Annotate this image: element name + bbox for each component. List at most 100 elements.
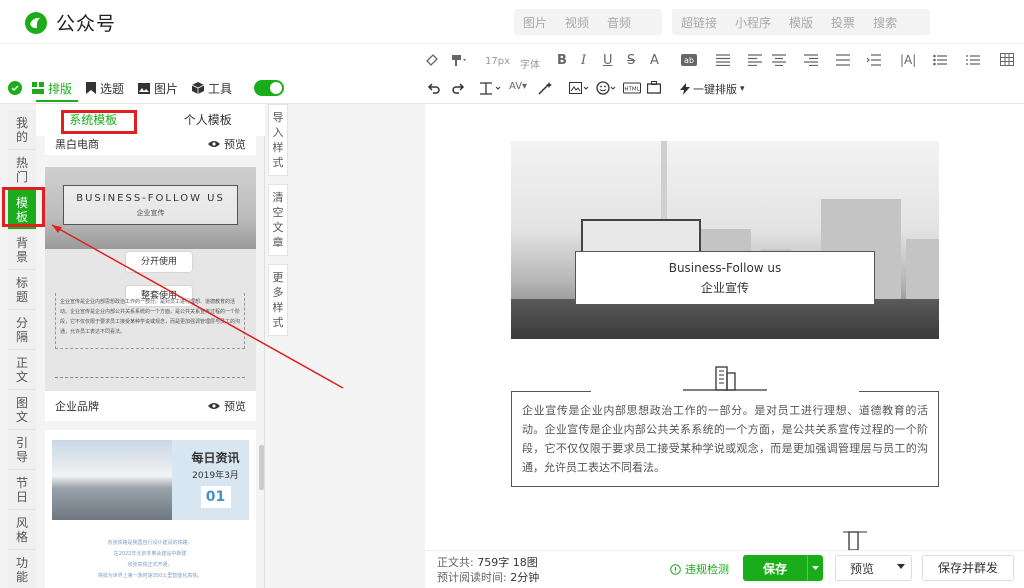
category-body[interactable]: 正文 — [8, 350, 36, 390]
nav-hyperlink[interactable]: 超链接 — [672, 14, 726, 31]
template-thumbnail-daily-news[interactable]: 每日资讯 2019年3月 01 京张铁路是我国自行设计建设的铁路， 在2022年… — [45, 430, 256, 588]
bold-icon[interactable]: B — [557, 53, 567, 68]
line-height-icon[interactable] — [836, 54, 850, 66]
paragraph-spacing-icon[interactable] — [480, 81, 502, 95]
category-holiday[interactable]: 节日 — [8, 470, 36, 510]
eye-icon — [208, 403, 220, 409]
category-divider[interactable]: 分隔 — [8, 310, 36, 350]
format-painter-icon[interactable] — [450, 53, 468, 67]
category-guide[interactable]: 引导 — [8, 430, 36, 470]
read-time-value: 2分钟 — [510, 571, 540, 584]
align-left-icon[interactable] — [748, 54, 762, 66]
violation-check-button[interactable]: 违规检测 — [670, 561, 729, 577]
category-image-text[interactable]: 图文 — [8, 390, 36, 430]
emoji-icon[interactable] — [596, 81, 616, 95]
word-count-label: 正文共: — [437, 556, 474, 569]
clear-article-button[interactable]: 清空文章 — [268, 184, 288, 256]
save-label: 保存 — [762, 561, 787, 576]
more-styles-button[interactable]: 更多样式 — [268, 264, 288, 336]
category-tabs: 我的 热门 模板 背景 标题 分隔 正文 图文 引导 节日 风格 功能 — [8, 110, 36, 588]
font-color-icon[interactable]: A — [650, 53, 659, 68]
align-right-icon[interactable] — [804, 54, 818, 66]
save-button[interactable]: 保存 — [743, 555, 823, 581]
ordered-list-icon[interactable] — [966, 54, 980, 66]
word-count-value: 759字 18图 — [477, 556, 538, 569]
nav-miniprogram[interactable]: 小程序 — [726, 14, 780, 31]
desk — [511, 299, 939, 339]
category-title[interactable]: 标题 — [8, 270, 36, 310]
category-hot[interactable]: 热门 — [8, 150, 36, 190]
highlight-box-template-category — [2, 187, 45, 227]
card-footer: 企业品牌 预览 — [45, 391, 256, 421]
redo-icon[interactable] — [451, 81, 465, 95]
tab-personal-templates[interactable]: 个人模板 — [151, 104, 266, 136]
align-center-icon[interactable] — [772, 54, 786, 66]
app-logo[interactable]: 公众号 — [24, 9, 116, 36]
news-body-text: 京张铁路是我国自行设计建设的铁路， 在2022年北京冬奥会建设中新建 京张高铁正… — [65, 538, 235, 582]
template-card-blackwhite[interactable]: 黑白电商 预览 — [45, 133, 256, 155]
template-panel: 系统模板 个人模板 黑白电商 预览 BUSINESS-FOLLOW US 企业宣… — [36, 104, 265, 588]
preview-button[interactable]: 预览 — [208, 398, 246, 414]
toolbar-row-1: 17px 字体 B I U S A ab |A| — [0, 47, 1024, 77]
news-line: 京张高铁正式开通， — [127, 562, 173, 568]
nav-search[interactable]: 搜索 — [864, 14, 906, 31]
save-and-mass-send-button[interactable]: 保存并群发 — [922, 555, 1014, 581]
nav-video[interactable]: 视频 — [556, 14, 598, 31]
logo-icon — [25, 11, 47, 34]
template-card-enterprise[interactable]: 企业品牌 预览 — [45, 391, 256, 421]
underline-icon[interactable]: U — [603, 53, 613, 68]
use-separately-button[interactable]: 分开使用 — [126, 252, 192, 272]
category-background[interactable]: 背景 — [8, 230, 36, 270]
table-icon[interactable] — [1000, 53, 1014, 66]
card-footer: 黑白电商 预览 — [45, 133, 256, 155]
building — [906, 239, 939, 299]
save-dropdown-icon[interactable] — [807, 555, 823, 581]
active-tab-underline — [36, 100, 78, 102]
template-name: 企业品牌 — [55, 400, 99, 413]
preview-button[interactable]: 预览 — [208, 136, 246, 152]
news-badge-date: 2019年3月 — [192, 471, 239, 481]
magic-icon[interactable] — [538, 81, 558, 95]
hero-title-box: Business-Follow us 企业宣传 — [575, 251, 875, 305]
app-name: 公众号 — [56, 13, 117, 35]
news-line: 京张铁路是我国自行设计建设的铁路， — [107, 540, 193, 546]
char-spacing-icon[interactable]: AV▾ — [509, 81, 527, 92]
editor-canvas[interactable]: Business-Follow us 企业宣传 企业宣传是企业内部思想政治工作的… — [425, 104, 1024, 550]
nav-template[interactable]: 模版 — [780, 14, 822, 31]
italic-icon[interactable]: I — [581, 53, 586, 68]
image-insert-icon[interactable] — [569, 81, 589, 95]
preview-dropdown-button[interactable]: 预览 — [835, 555, 912, 581]
category-mine[interactable]: 我的 — [8, 110, 36, 150]
thumbnail-divider — [55, 377, 245, 378]
clear-format-icon[interactable] — [425, 53, 439, 67]
one-click-layout-button[interactable]: 一键排版 ▾ — [680, 81, 745, 97]
strikethrough-icon[interactable]: S — [627, 53, 635, 68]
html-icon[interactable]: HTML — [623, 81, 641, 95]
news-line: 将成为世界上第一条时速350公里智能化高铁。 — [97, 573, 203, 579]
body-paragraph[interactable]: 企业宣传是企业内部思想政治工作的一部分。是对员工进行理想、道德教育的活动。企业宣… — [511, 391, 939, 487]
letter-spacing-icon[interactable]: |A| — [900, 53, 916, 67]
import-style-button[interactable]: 导入样式 — [268, 104, 288, 176]
news-badge-title: 每日资讯 — [191, 451, 240, 465]
category-function[interactable]: 功能 — [8, 550, 36, 588]
nav-audio[interactable]: 音频 — [598, 14, 640, 31]
preview-label: 预览 — [224, 400, 246, 413]
panel-scrollbar[interactable] — [259, 445, 264, 490]
hero-image: Business-Follow us 企业宣传 — [511, 141, 939, 339]
nav-image[interactable]: 图片 — [514, 14, 556, 31]
briefcase-icon[interactable] — [647, 81, 661, 94]
thumbnail-title-en: BUSINESS-FOLLOW US — [76, 193, 225, 204]
template-thumbnail-enterprise[interactable]: BUSINESS-FOLLOW US 企业宣传 分开使用 整套使用 企业宣传是企… — [45, 167, 256, 391]
toolbar-row-2: AV▾ HTML 一键排版 ▾ — [0, 76, 1024, 106]
list-icon[interactable] — [933, 54, 947, 66]
font-size-select[interactable]: 17px — [485, 56, 510, 67]
news-line: 在2022年北京冬奥会建设中新建 — [113, 551, 187, 557]
building-icon — [843, 531, 867, 550]
background-color-icon[interactable]: ab — [681, 54, 697, 66]
indent-icon[interactable] — [867, 54, 881, 66]
align-justify-icon[interactable] — [716, 54, 730, 66]
undo-icon[interactable] — [427, 81, 441, 95]
category-style[interactable]: 风格 — [8, 510, 36, 550]
nav-vote[interactable]: 投票 — [822, 14, 864, 31]
font-family-select[interactable]: 字体 — [520, 56, 540, 71]
